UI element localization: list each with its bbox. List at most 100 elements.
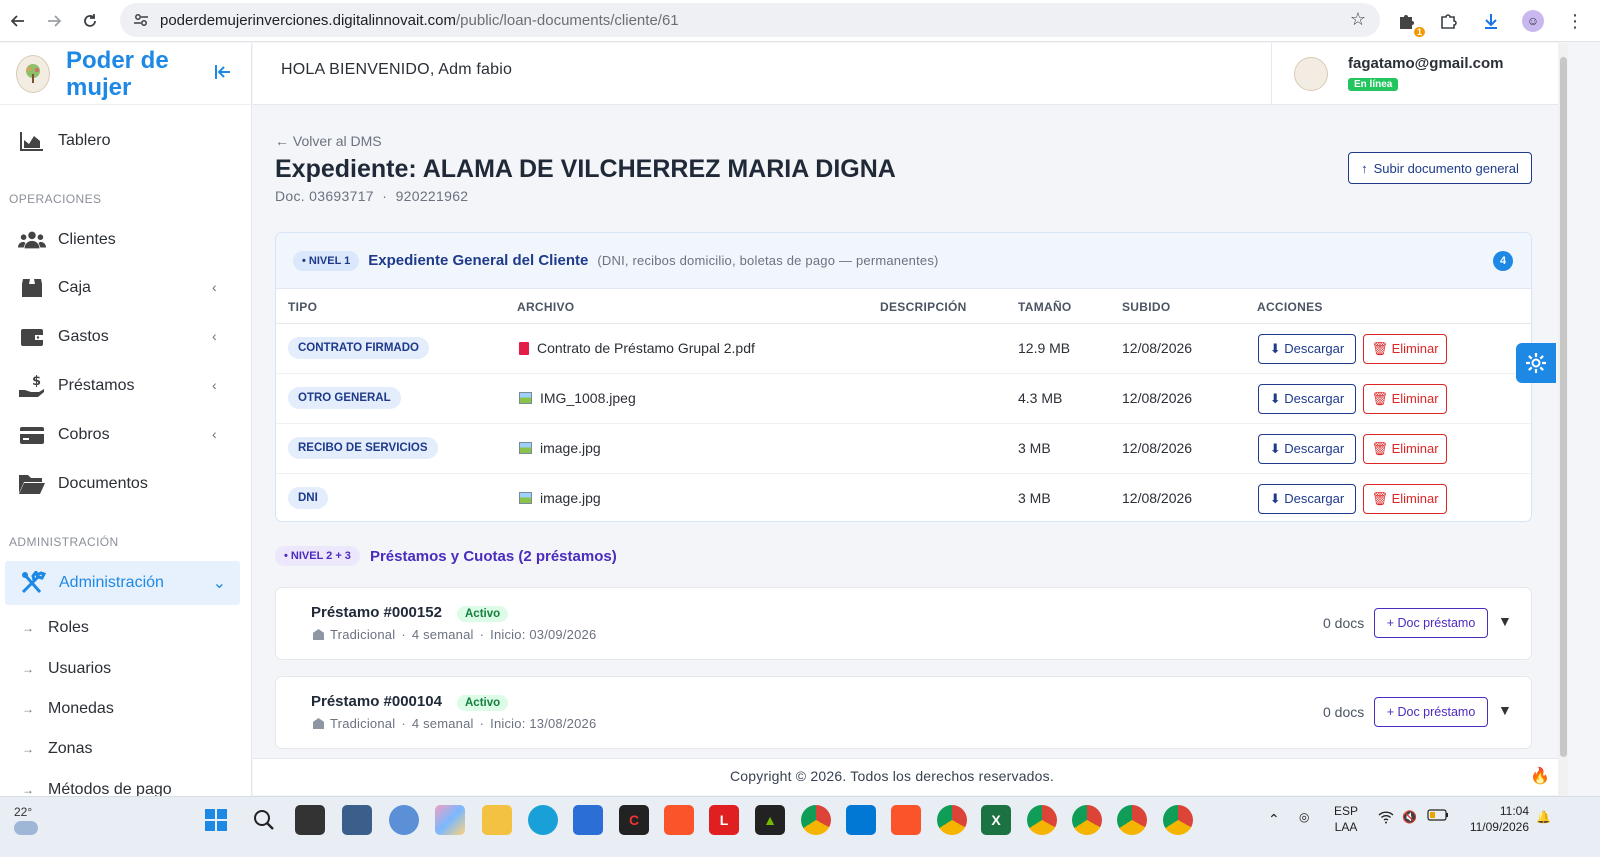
page-scrollbar[interactable] — [1558, 43, 1568, 796]
wifi-icon[interactable] — [1378, 810, 1394, 828]
sidebar-item-caja[interactable]: Caja — [18, 276, 91, 300]
app-icon-dev[interactable] — [342, 805, 372, 835]
image-file-icon — [519, 442, 532, 454]
excel-icon[interactable]: X — [981, 805, 1011, 835]
sidebar-subitem-usuarios[interactable]: → Usuarios — [22, 660, 111, 678]
sidebar-item-clientes[interactable]: Clientes — [18, 228, 116, 252]
chrome-profile-icon-2[interactable] — [1072, 805, 1102, 835]
extension-puzzle-badge-icon[interactable]: 1 — [1395, 9, 1425, 37]
user-email: fagatamo@gmail.com — [1348, 55, 1504, 72]
task-view-icon[interactable] — [295, 805, 325, 835]
chrome-active-icon[interactable] — [801, 805, 831, 835]
brave-icon[interactable] — [664, 805, 694, 835]
table-row: CONTRATO FIRMADO Contrato de Préstamo Gr… — [276, 324, 1531, 374]
sidebar-item-gastos[interactable]: Gastos — [18, 325, 109, 349]
loan-meta: Tradicional · 4 semanal · Inicio: 13/08/20… — [313, 716, 596, 731]
users-icon — [18, 228, 46, 252]
download-button[interactable]: ⬇ Descargar — [1258, 484, 1356, 514]
app-icon-c[interactable]: C — [619, 805, 649, 835]
download-button[interactable]: ⬇ Descargar — [1258, 334, 1356, 364]
add-loan-doc-button[interactable]: + Doc préstamo — [1374, 697, 1488, 727]
sidebar-subitem-zonas[interactable]: → Zonas — [22, 740, 92, 758]
sidebar-item-administracion[interactable]: Administración ⌄ — [5, 561, 240, 605]
flame-icon[interactable]: 🔥 — [1530, 766, 1550, 786]
loan-card[interactable]: Préstamo #000104 Activo Tradicional · 4 s… — [275, 676, 1532, 749]
sidebar-item-prestamos[interactable]: $ Préstamos — [18, 374, 134, 398]
sidebar-subitem-monedas[interactable]: → Monedas — [22, 700, 114, 718]
sidebar-item-cobros[interactable]: Cobros — [18, 423, 110, 447]
upload-general-document-button[interactable]: ↑ Subir documento general — [1348, 152, 1532, 184]
sidebar-item-tablero[interactable]: Tablero — [18, 129, 110, 153]
file-explorer-icon[interactable] — [482, 805, 512, 835]
forward-arrow-icon[interactable] — [36, 3, 72, 39]
windows-start-icon[interactable] — [201, 805, 231, 835]
chrome-profile-icon[interactable] — [937, 805, 967, 835]
lang-bottom: LAA — [1334, 820, 1358, 834]
arrow-up-icon: ↑ — [1361, 160, 1368, 176]
user-menu[interactable]: fagatamo@gmail.com En línea — [1271, 43, 1558, 105]
profile-avatar-icon[interactable]: ☺ — [1521, 9, 1545, 33]
edge-icon[interactable] — [528, 805, 558, 835]
delete-button[interactable]: 🗑 Eliminar — [1363, 384, 1447, 414]
sidebar-subitem-metodos-pago[interactable]: → Métodos de pago — [22, 781, 172, 796]
menu-kebab-icon[interactable]: ⋮ — [1563, 9, 1587, 33]
settings-gear-button[interactable] — [1516, 343, 1556, 383]
expand-triangle-icon[interactable]: ▼ — [1498, 702, 1512, 718]
extensions-icon[interactable] — [1437, 9, 1461, 33]
separator: · — [479, 627, 485, 642]
collapse-sidebar-icon[interactable] — [214, 63, 232, 86]
sidebar-subitem-label: Zonas — [48, 740, 93, 757]
reload-icon[interactable] — [72, 3, 108, 39]
sidebar-item-documentos[interactable]: Documentos — [18, 472, 148, 496]
sidebar-subitem-label: Roles — [48, 619, 89, 636]
add-loan-doc-button[interactable]: + Doc préstamo — [1374, 608, 1488, 638]
arrow-right-icon: → — [22, 662, 34, 676]
store-icon[interactable] — [573, 805, 603, 835]
extension-badge: 1 — [1413, 27, 1425, 37]
delete-button[interactable]: 🗑 Eliminar — [1363, 434, 1447, 464]
upload-date: 12/08/2026 — [1122, 390, 1193, 406]
volume-muted-icon[interactable]: 🔇 — [1402, 809, 1417, 825]
nvidia-icon[interactable]: ▲ — [755, 805, 785, 835]
chrome-profile-icon-4[interactable] — [1163, 805, 1193, 835]
app-icon-globe[interactable] — [389, 805, 419, 835]
vscode-icon[interactable] — [846, 805, 876, 835]
back-to-dms-link[interactable]: ← Volver al DMS — [275, 133, 382, 149]
table-header: TIPO ARCHIVO DESCRIPCIÓN TAMAÑO SUBIDO A… — [276, 290, 1531, 324]
chrome-profile-icon-3[interactable] — [1117, 805, 1147, 835]
clock[interactable]: 11:04 11/09/2026 — [1463, 803, 1529, 835]
app-icon-l[interactable]: L — [709, 805, 739, 835]
notification-bell-icon[interactable]: 🔔 — [1536, 809, 1551, 825]
meet-now-icon[interactable]: ◎ — [1299, 809, 1309, 825]
download-button[interactable]: ⬇ Descargar — [1258, 434, 1356, 464]
chevron-up-icon[interactable]: ⌃ — [1268, 811, 1280, 827]
battery-icon[interactable] — [1427, 809, 1449, 825]
language-indicator[interactable]: ESP LAA — [1334, 803, 1358, 835]
site-settings-icon[interactable] — [132, 11, 150, 29]
windows-taskbar: 22° C L ▲ X ⌃ ◎ ESP LAA 🔇 11:04 11/09/20… — [0, 796, 1600, 857]
scrollbar-thumb[interactable] — [1560, 57, 1567, 757]
separator: · — [401, 627, 406, 642]
chrome-linkedin-icon[interactable] — [1027, 805, 1057, 835]
arrow-right-icon: → — [22, 702, 34, 716]
download-button[interactable]: ⬇ Descargar — [1258, 384, 1356, 414]
delete-button[interactable]: 🗑 Eliminar — [1363, 484, 1447, 514]
back-arrow-icon[interactable] — [0, 3, 36, 39]
sidebar-subitem-roles[interactable]: → Roles — [22, 619, 89, 637]
bookmark-star-icon[interactable]: ☆ — [1350, 9, 1366, 30]
expand-triangle-icon[interactable]: ▼ — [1498, 613, 1512, 629]
copilot-icon[interactable] — [435, 805, 465, 835]
address-bar[interactable]: poderdemujerinverciones.digitalinnovait.… — [120, 3, 1380, 37]
arrow-right-icon: → — [22, 621, 34, 635]
downloads-icon[interactable] — [1479, 9, 1503, 33]
gear-icon — [1526, 353, 1546, 373]
table-row: DNI image.jpg 3 MB 12/08/2026 ⬇ Descarga… — [276, 474, 1531, 521]
level2-pill: • NIVEL 2 + 3 — [275, 546, 360, 566]
delete-button[interactable]: 🗑 Eliminar — [1363, 334, 1447, 364]
search-icon[interactable] — [249, 805, 279, 835]
brave-icon-2[interactable] — [891, 805, 921, 835]
loan-card[interactable]: Préstamo #000152 Activo Tradicional · 4 s… — [275, 587, 1532, 660]
weather-widget[interactable]: 22° — [14, 805, 38, 835]
file-name: image.jpg — [519, 490, 601, 506]
brand-name: Poder de mujer — [66, 46, 169, 101]
